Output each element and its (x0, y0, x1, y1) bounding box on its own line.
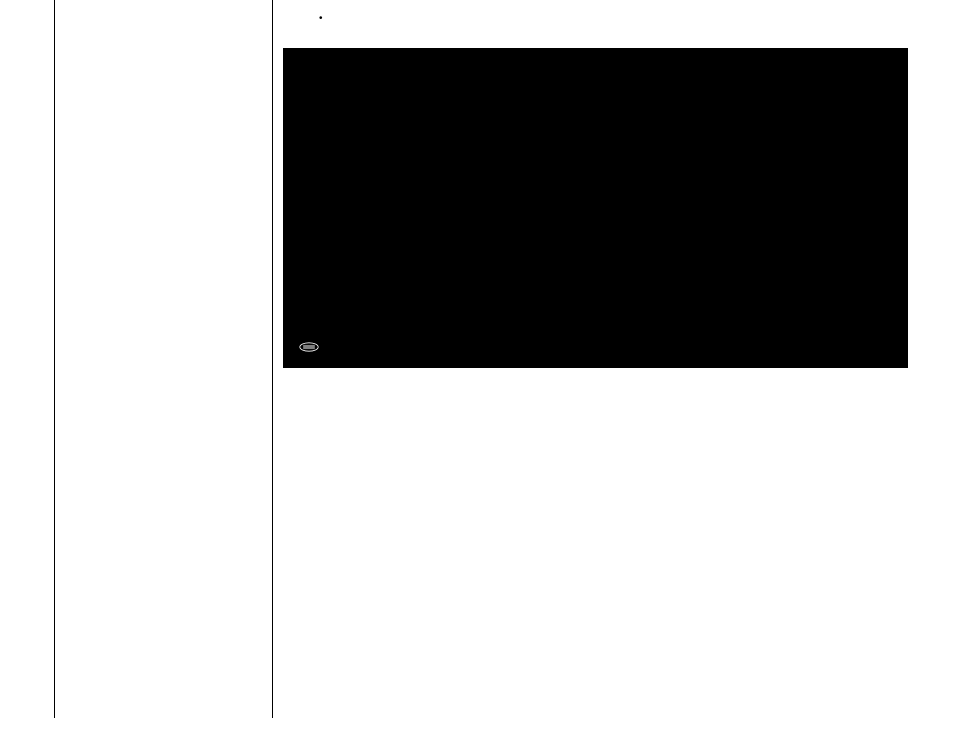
osd-title-bar (283, 48, 908, 78)
ypbpr-bullet: • (319, 12, 942, 26)
osd-footer (283, 328, 908, 368)
manual-page: • (0, 0, 954, 718)
resolution-icon (299, 337, 319, 360)
feature-label-column (55, 0, 273, 718)
osd-panel (283, 48, 908, 368)
page-gutter (0, 0, 55, 718)
osd-screenshot (283, 48, 908, 368)
bullet-dot-icon: • (319, 12, 323, 26)
feature-content-column: • (273, 0, 954, 718)
